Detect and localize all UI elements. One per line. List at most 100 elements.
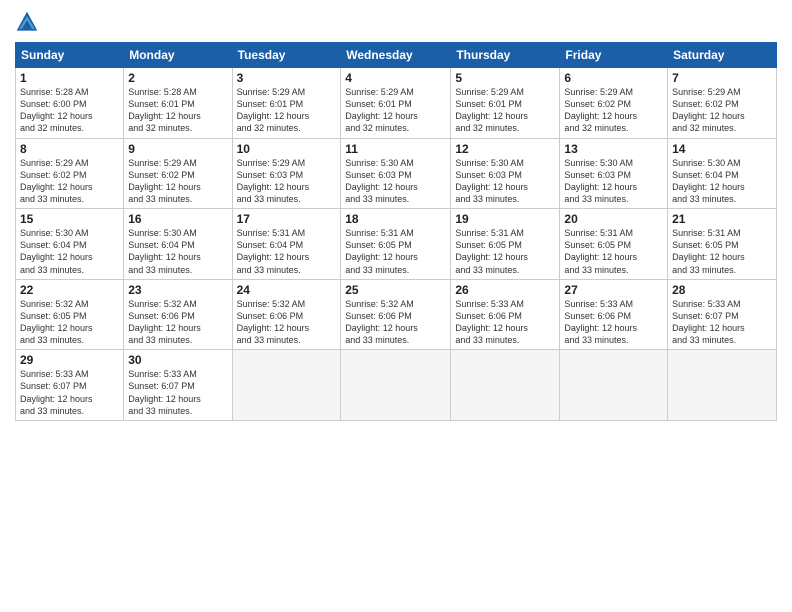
day-number: 25 <box>345 283 446 297</box>
day-number: 15 <box>20 212 119 226</box>
day-info: Sunrise: 5:29 AM Sunset: 6:01 PM Dayligh… <box>345 86 446 135</box>
day-number: 4 <box>345 71 446 85</box>
day-info: Sunrise: 5:30 AM Sunset: 6:04 PM Dayligh… <box>128 227 227 276</box>
day-info: Sunrise: 5:29 AM Sunset: 6:02 PM Dayligh… <box>672 86 772 135</box>
day-cell: 10Sunrise: 5:29 AM Sunset: 6:03 PM Dayli… <box>232 138 341 209</box>
day-number: 13 <box>564 142 663 156</box>
day-info: Sunrise: 5:29 AM Sunset: 6:02 PM Dayligh… <box>564 86 663 135</box>
day-cell <box>560 350 668 421</box>
day-info: Sunrise: 5:29 AM Sunset: 6:01 PM Dayligh… <box>237 86 337 135</box>
day-cell: 21Sunrise: 5:31 AM Sunset: 6:05 PM Dayli… <box>668 209 777 280</box>
day-cell: 13Sunrise: 5:30 AM Sunset: 6:03 PM Dayli… <box>560 138 668 209</box>
day-cell <box>232 350 341 421</box>
day-cell: 23Sunrise: 5:32 AM Sunset: 6:06 PM Dayli… <box>124 279 232 350</box>
day-cell: 11Sunrise: 5:30 AM Sunset: 6:03 PM Dayli… <box>341 138 451 209</box>
day-number: 30 <box>128 353 227 367</box>
day-info: Sunrise: 5:29 AM Sunset: 6:02 PM Dayligh… <box>128 157 227 206</box>
day-number: 12 <box>455 142 555 156</box>
day-info: Sunrise: 5:33 AM Sunset: 6:06 PM Dayligh… <box>455 298 555 347</box>
day-number: 9 <box>128 142 227 156</box>
week-row-2: 8Sunrise: 5:29 AM Sunset: 6:02 PM Daylig… <box>16 138 777 209</box>
day-cell: 16Sunrise: 5:30 AM Sunset: 6:04 PM Dayli… <box>124 209 232 280</box>
day-cell: 4Sunrise: 5:29 AM Sunset: 6:01 PM Daylig… <box>341 68 451 139</box>
week-row-3: 15 Sunrise: 5:30 AM Sunset: 6:04 PM Dayli… <box>16 209 777 280</box>
day-number: 16 <box>128 212 227 226</box>
day-cell <box>451 350 560 421</box>
day-number: 11 <box>345 142 446 156</box>
day-number: 2 <box>128 71 227 85</box>
logo <box>15 10 41 34</box>
col-header-thursday: Thursday <box>451 43 560 68</box>
header <box>15 10 777 34</box>
day-info: Sunrise: 5:32 AM Sunset: 6:06 PM Dayligh… <box>128 298 227 347</box>
day-cell <box>341 350 451 421</box>
day-info: Sunrise: 5:32 AM Sunset: 6:06 PM Dayligh… <box>237 298 337 347</box>
col-header-wednesday: Wednesday <box>341 43 451 68</box>
day-info: Sunrise: 5:33 AM Sunset: 6:07 PM Dayligh… <box>128 368 227 417</box>
col-header-sunday: Sunday <box>16 43 124 68</box>
day-number: 21 <box>672 212 772 226</box>
day-info: Sunrise: 5:31 AM Sunset: 6:05 PM Dayligh… <box>672 227 772 276</box>
day-info: Sunrise: 5:32 AM Sunset: 6:06 PM Dayligh… <box>345 298 446 347</box>
day-number: 28 <box>672 283 772 297</box>
day-cell: 19Sunrise: 5:31 AM Sunset: 6:05 PM Dayli… <box>451 209 560 280</box>
day-number: 17 <box>237 212 337 226</box>
day-info: Sunrise: 5:33 AM Sunset: 6:07 PM Dayligh… <box>20 368 119 417</box>
day-number: 10 <box>237 142 337 156</box>
day-info: Sunrise: 5:29 AM Sunset: 6:02 PM Dayligh… <box>20 157 119 206</box>
header-row: SundayMondayTuesdayWednesdayThursdayFrid… <box>16 43 777 68</box>
day-cell: 14Sunrise: 5:30 AM Sunset: 6:04 PM Dayli… <box>668 138 777 209</box>
col-header-monday: Monday <box>124 43 232 68</box>
day-cell: 15Sunrise: 5:30 AM Sunset: 6:04 PM Dayli… <box>16 209 124 280</box>
day-cell: 5Sunrise: 5:29 AM Sunset: 6:01 PM Daylig… <box>451 68 560 139</box>
logo-icon <box>15 10 39 34</box>
col-header-tuesday: Tuesday <box>232 43 341 68</box>
day-number: 27 <box>564 283 663 297</box>
day-info: Sunrise: 5:28 AM Sunset: 6:01 PM Dayligh… <box>128 86 227 135</box>
day-number: 14 <box>672 142 772 156</box>
day-number: 24 <box>237 283 337 297</box>
day-cell: 24Sunrise: 5:32 AM Sunset: 6:06 PM Dayli… <box>232 279 341 350</box>
day-cell: 18Sunrise: 5:31 AM Sunset: 6:05 PM Dayli… <box>341 209 451 280</box>
calendar-table: SundayMondayTuesdayWednesdayThursdayFrid… <box>15 42 777 421</box>
day-number: 29 <box>20 353 119 367</box>
day-cell: 30Sunrise: 5:33 AM Sunset: 6:07 PM Dayli… <box>124 350 232 421</box>
day-info: Sunrise: 5:31 AM Sunset: 6:05 PM Dayligh… <box>564 227 663 276</box>
day-cell: 8Sunrise: 5:29 AM Sunset: 6:02 PM Daylig… <box>16 138 124 209</box>
week-row-5: 29Sunrise: 5:33 AM Sunset: 6:07 PM Dayli… <box>16 350 777 421</box>
day-number: 8 <box>20 142 119 156</box>
day-cell: 12Sunrise: 5:30 AM Sunset: 6:03 PM Dayli… <box>451 138 560 209</box>
day-number: 3 <box>237 71 337 85</box>
day-number: 19 <box>455 212 555 226</box>
week-row-1: 1Sunrise: 5:28 AM Sunset: 6:00 PM Daylig… <box>16 68 777 139</box>
week-row-4: 22Sunrise: 5:32 AM Sunset: 6:05 PM Dayli… <box>16 279 777 350</box>
day-cell: 29Sunrise: 5:33 AM Sunset: 6:07 PM Dayli… <box>16 350 124 421</box>
day-info: Sunrise: 5:28 AM Sunset: 6:00 PM Dayligh… <box>20 86 119 135</box>
page: SundayMondayTuesdayWednesdayThursdayFrid… <box>0 0 792 612</box>
day-number: 18 <box>345 212 446 226</box>
day-number: 6 <box>564 71 663 85</box>
day-info: Sunrise: 5:31 AM Sunset: 6:05 PM Dayligh… <box>455 227 555 276</box>
day-number: 1 <box>20 71 119 85</box>
day-info: Sunrise: 5:30 AM Sunset: 6:03 PM Dayligh… <box>564 157 663 206</box>
day-info: Sunrise: 5:31 AM Sunset: 6:04 PM Dayligh… <box>237 227 337 276</box>
col-header-friday: Friday <box>560 43 668 68</box>
day-cell: 2Sunrise: 5:28 AM Sunset: 6:01 PM Daylig… <box>124 68 232 139</box>
day-info: Sunrise: 5:29 AM Sunset: 6:01 PM Dayligh… <box>455 86 555 135</box>
day-cell: 26Sunrise: 5:33 AM Sunset: 6:06 PM Dayli… <box>451 279 560 350</box>
day-info: Sunrise: 5:30 AM Sunset: 6:03 PM Dayligh… <box>345 157 446 206</box>
day-cell: 17Sunrise: 5:31 AM Sunset: 6:04 PM Dayli… <box>232 209 341 280</box>
day-info: Sunrise: 5:30 AM Sunset: 6:03 PM Dayligh… <box>455 157 555 206</box>
day-number: 7 <box>672 71 772 85</box>
day-cell: 22Sunrise: 5:32 AM Sunset: 6:05 PM Dayli… <box>16 279 124 350</box>
col-header-saturday: Saturday <box>668 43 777 68</box>
day-info: Sunrise: 5:33 AM Sunset: 6:06 PM Dayligh… <box>564 298 663 347</box>
day-cell: 6Sunrise: 5:29 AM Sunset: 6:02 PM Daylig… <box>560 68 668 139</box>
day-info: Sunrise: 5:29 AM Sunset: 6:03 PM Dayligh… <box>237 157 337 206</box>
day-cell: 28Sunrise: 5:33 AM Sunset: 6:07 PM Dayli… <box>668 279 777 350</box>
day-cell: 7Sunrise: 5:29 AM Sunset: 6:02 PM Daylig… <box>668 68 777 139</box>
day-cell: 9Sunrise: 5:29 AM Sunset: 6:02 PM Daylig… <box>124 138 232 209</box>
day-cell: 3Sunrise: 5:29 AM Sunset: 6:01 PM Daylig… <box>232 68 341 139</box>
day-number: 22 <box>20 283 119 297</box>
day-cell: 27Sunrise: 5:33 AM Sunset: 6:06 PM Dayli… <box>560 279 668 350</box>
